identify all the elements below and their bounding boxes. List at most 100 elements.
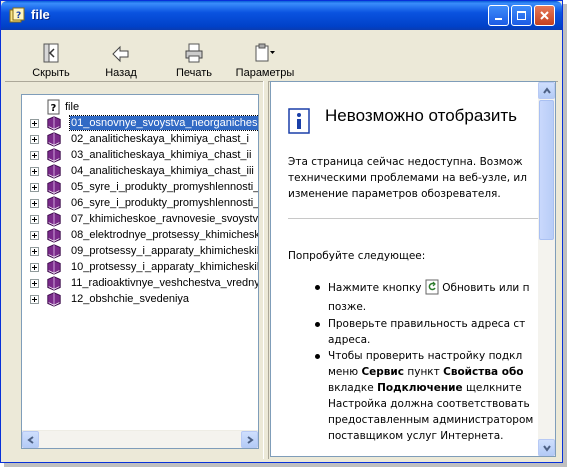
error-title: Невозможно отобразить <box>325 106 518 125</box>
expand-icon[interactable] <box>30 135 39 144</box>
tree-root-label: file <box>65 101 80 113</box>
intro-line-2: техническими проблемами на веб-узле, ил <box>288 172 527 184</box>
bullet-1-pre: Нажмите кнопку <box>328 282 422 294</box>
title-bar[interactable]: ? file <box>1 1 562 30</box>
close-button[interactable] <box>534 5 555 26</box>
bullet-dot <box>315 322 320 327</box>
content-pane: Невозможно отобразить Эта страница сейча… <box>270 81 556 457</box>
book-icon <box>47 196 61 211</box>
bullet-2-line-2: адреса. <box>328 334 371 346</box>
expand-icon[interactable] <box>30 263 39 272</box>
help-page-icon: ? <box>47 99 60 115</box>
tree-item-label: 05_syre_i_produkty_promyshlennosti_c <box>71 181 258 193</box>
chevron-right-icon <box>246 435 254 444</box>
tree-horizontal-scrollbar[interactable] <box>22 430 258 448</box>
book-icon <box>47 180 61 195</box>
bullet-3-item-text: пункт <box>407 366 440 378</box>
expand-icon[interactable] <box>30 215 39 224</box>
book-icon <box>47 148 61 163</box>
book-icon <box>47 244 61 259</box>
expand-icon[interactable] <box>30 151 39 160</box>
window-title: file <box>31 7 50 22</box>
scroll-down-button[interactable] <box>538 439 555 456</box>
scroll-right-button[interactable] <box>241 431 258 448</box>
hide-label: Скрыть <box>32 67 70 79</box>
maximize-button[interactable] <box>511 5 532 26</box>
tree-item-label: 04_analiticheskaya_khimiya_chast_iii <box>71 165 254 177</box>
bullet-3-line-3: вкладке Подключение щелкните <box>328 380 522 396</box>
tree-item-label: 08_elektrodnye_protsessy_khimichesk <box>71 229 258 241</box>
scroll-left-button[interactable] <box>22 431 39 448</box>
help-window: ? file Скрыть Назад Печать Параметры ? f… <box>0 0 563 463</box>
chevron-left-icon <box>26 435 34 444</box>
maximize-icon <box>517 11 526 20</box>
minimize-icon <box>495 18 502 20</box>
pane-splitter[interactable] <box>263 81 269 459</box>
bullet-2-line-1: Проверьте правильность адреса ст <box>328 318 526 330</box>
scrollbar-thumb[interactable] <box>539 100 554 240</box>
bullet-1-line-2: позже. <box>328 301 367 313</box>
book-icon <box>47 228 61 243</box>
help-app-icon: ? <box>9 7 25 23</box>
toolbar: Скрыть Назад Печать Параметры <box>5 31 558 82</box>
expand-icon[interactable] <box>30 231 39 240</box>
book-icon <box>47 276 61 291</box>
expand-icon[interactable] <box>30 119 39 128</box>
bullet-3-service: Сервис <box>361 366 405 378</box>
bullet-3-line-5: предоставленным администратором <box>328 414 534 426</box>
bullet-3-menu-text: меню <box>328 366 359 378</box>
printer-icon <box>185 43 203 63</box>
options-button[interactable]: Параметры <box>235 31 295 81</box>
expand-icon[interactable] <box>30 167 39 176</box>
print-label: Печать <box>175 67 213 79</box>
back-button[interactable]: Назад <box>99 31 143 81</box>
intro-line-1: Эта страница сейчас недоступна. Возмож <box>288 156 523 168</box>
bullet-dot <box>315 285 320 290</box>
options-label: Параметры <box>235 67 295 79</box>
content-vertical-scrollbar[interactable] <box>538 82 555 456</box>
tree-item-label: 01_osnovnye_svoystva_neorganiches <box>69 115 258 131</box>
svg-text:?: ? <box>51 103 57 114</box>
book-icon <box>47 116 61 131</box>
bullet-dot <box>315 354 320 359</box>
scroll-up-button[interactable] <box>538 82 555 99</box>
book-icon <box>47 292 61 307</box>
book-icon <box>47 260 61 275</box>
bullet-3-line-6: поставщиком услуг Интернета. <box>328 430 504 442</box>
tree-item-label: 09_protsessy_i_apparaty_khimicheskik <box>71 245 258 257</box>
tree-item-label: 06_syre_i_produkty_promyshlennosti_c <box>71 197 258 209</box>
bullet-3-line-2: меню Сервис пункт Свойства обо <box>328 364 524 380</box>
book-icon <box>47 212 61 227</box>
hide-pane-icon <box>43 43 59 63</box>
tree-item-label: 12_obshchie_svedeniya <box>71 293 190 305</box>
book-icon <box>47 132 61 147</box>
expand-icon[interactable] <box>30 247 39 256</box>
divider <box>288 218 539 219</box>
tree-item-label: 10_protsessy_i_apparaty_khimicheskik <box>71 261 258 273</box>
bullet-3-properties: Свойства обо <box>443 366 524 378</box>
bullet-3-tab-text: вкладке <box>328 382 374 394</box>
tree-item-label: 11_radioaktivnye_veshchestva_vredny <box>71 277 258 289</box>
bullet-3-line-1: Чтобы проверить настройку подкл <box>328 350 523 362</box>
back-label: Назад <box>105 67 137 79</box>
book-icon <box>47 164 61 179</box>
hide-button[interactable]: Скрыть <box>27 31 75 81</box>
back-arrow-icon <box>112 45 129 63</box>
bullet-1-line-1: Нажмите кнопку Обновить или п <box>328 279 529 296</box>
expand-icon[interactable] <box>30 279 39 288</box>
bullet-1-post: Обновить или п <box>442 282 530 294</box>
tree-item-label: 07_khimicheskoe_ravnovesie_svoystv <box>71 213 258 225</box>
minimize-button[interactable] <box>488 5 509 26</box>
expand-icon[interactable] <box>30 295 39 304</box>
expand-icon[interactable] <box>30 183 39 192</box>
close-icon <box>540 11 549 20</box>
bullet-3-connection: Подключение <box>377 382 463 394</box>
tree-item-label: 03_analiticheskaya_khimiya_chast_ii <box>71 149 252 161</box>
expand-icon[interactable] <box>30 199 39 208</box>
refresh-icon <box>425 279 439 295</box>
contents-tree[interactable]: ? file 01_osnovnye_svoystva_neorganiches… <box>21 94 259 449</box>
print-button[interactable]: Печать <box>171 31 217 81</box>
options-icon <box>255 43 275 62</box>
chevron-down-icon <box>542 444 551 452</box>
svg-text:?: ? <box>16 11 21 21</box>
